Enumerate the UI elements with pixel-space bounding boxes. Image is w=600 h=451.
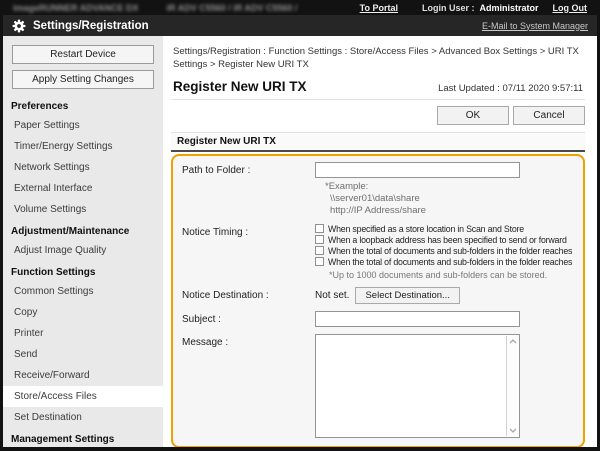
panel-header: Register New URI TX	[171, 132, 585, 152]
top-bar: imageRUNNER ADVANCE DX iR ADV C5560 / iR…	[3, 0, 597, 15]
sidebar-item-volume-settings[interactable]: Volume Settings	[3, 199, 163, 220]
cancel-button[interactable]: Cancel	[513, 106, 585, 125]
notice-timing-label: Notice Timing :	[182, 224, 315, 280]
login-user-name: Administrator	[479, 3, 538, 13]
title-row: Register New URI TX Last Updated : 07/11…	[171, 77, 585, 100]
path-example-unc: \\server01\data\share	[330, 193, 574, 205]
subject-input[interactable]	[315, 311, 520, 327]
device-name: iR ADV C5560 / iR ADV C5560 /	[167, 3, 298, 13]
remote-ui-window: imageRUNNER ADVANCE DX iR ADV C5560 / iR…	[0, 0, 600, 451]
path-to-folder-row: Path to Folder : *Example: \\server01\da…	[182, 162, 574, 217]
settings-sidebar: Restart Device Apply Setting Changes Pre…	[3, 36, 163, 447]
message-row: Message :	[182, 334, 574, 438]
app-title-bar: Settings/Registration E-Mail to System M…	[3, 15, 597, 36]
checkbox-reaches-700-label: When the total of documents and sub-fold…	[328, 246, 574, 256]
sidebar-item-common-settings[interactable]: Common Settings	[3, 281, 163, 302]
main-content: Settings/Registration : Function Setting…	[163, 36, 597, 447]
sidebar-item-copy[interactable]: Copy	[3, 302, 163, 323]
sidebar-section-management-settings: Management Settings	[3, 428, 163, 447]
sidebar-item-external-interface[interactable]: External Interface	[3, 178, 163, 199]
sidebar-section-preferences: Preferences	[3, 95, 163, 115]
app-title: Settings/Registration	[33, 20, 149, 32]
checkbox-store-location-label: When specified as a store location in Sc…	[328, 224, 524, 234]
to-portal-link[interactable]: To Portal	[360, 3, 398, 13]
ok-button[interactable]: OK	[437, 106, 509, 125]
notice-destination-label: Notice Destination :	[182, 287, 315, 304]
message-textarea[interactable]	[315, 334, 520, 438]
sidebar-item-set-destination[interactable]: Set Destination	[3, 407, 163, 428]
notice-timing-option-row: When the total of documents and sub-fold…	[315, 257, 574, 267]
login-user-label: Login User :	[422, 3, 475, 13]
sidebar-item-network-settings[interactable]: Network Settings	[3, 157, 163, 178]
notice-destination-row: Notice Destination : Not set. Select Des…	[182, 287, 574, 304]
device-model: imageRUNNER ADVANCE DX	[13, 3, 139, 13]
page-title: Register New URI TX	[173, 79, 307, 94]
notice-timing-option-row: When specified as a store location in Sc…	[315, 224, 574, 234]
apply-setting-changes-button[interactable]: Apply Setting Changes	[12, 70, 154, 89]
path-to-folder-label: Path to Folder :	[182, 162, 315, 217]
path-to-folder-input[interactable]	[315, 162, 520, 178]
sidebar-item-adjust-image-quality[interactable]: Adjust Image Quality	[3, 240, 163, 261]
message-label: Message :	[182, 334, 315, 438]
sidebar-item-timer-energy-settings[interactable]: Timer/Energy Settings	[3, 136, 163, 157]
subject-label: Subject :	[182, 311, 315, 327]
notice-timing-option-row: When the total of documents and sub-fold…	[315, 246, 574, 256]
sidebar-item-send[interactable]: Send	[3, 344, 163, 365]
sidebar-item-paper-settings[interactable]: Paper Settings	[3, 115, 163, 136]
restart-device-button[interactable]: Restart Device	[12, 45, 154, 64]
email-to-system-manager-link[interactable]: E-Mail to System Manager	[482, 21, 588, 31]
checkbox-reaches-900-label: When the total of documents and sub-fold…	[328, 257, 574, 267]
checkbox-loopback-address-label: When a loopback address has been specifi…	[328, 235, 567, 245]
chevron-down-icon[interactable]	[509, 428, 517, 433]
sidebar-item-printer[interactable]: Printer	[3, 323, 163, 344]
path-example-block: *Example: \\server01\data\share http://I…	[325, 181, 574, 217]
checkbox-store-location[interactable]	[315, 224, 324, 233]
last-updated-text: Last Updated : 07/11 2020 9:57:11	[438, 83, 583, 94]
sidebar-section-adjustment-maintenance: Adjustment/Maintenance	[3, 220, 163, 240]
register-uri-tx-form: Path to Folder : *Example: \\server01\da…	[171, 154, 585, 447]
gear-icon	[12, 19, 26, 33]
path-example-http: http://IP Address/share	[330, 205, 574, 217]
action-button-row: OK Cancel	[171, 106, 585, 125]
sidebar-item-store-access-files[interactable]: Store/Access Files	[3, 386, 163, 407]
notice-timing-note: *Up to 1000 documents and sub-folders ca…	[329, 270, 574, 280]
notice-timing-option-row: When a loopback address has been specifi…	[315, 235, 574, 245]
chevron-up-icon[interactable]	[509, 339, 517, 344]
notice-destination-status: Not set.	[315, 290, 349, 301]
notice-timing-row: Notice Timing : When specified as a stor…	[182, 224, 574, 280]
subject-row: Subject :	[182, 311, 574, 327]
textarea-scrollbar[interactable]	[506, 336, 518, 436]
logout-link[interactable]: Log Out	[553, 3, 588, 13]
checkbox-reaches-900[interactable]	[315, 257, 324, 266]
select-destination-button[interactable]: Select Destination...	[355, 287, 460, 304]
sidebar-item-receive-forward[interactable]: Receive/Forward	[3, 365, 163, 386]
path-example-title: *Example:	[325, 181, 574, 193]
checkbox-loopback-address[interactable]	[315, 235, 324, 244]
checkbox-reaches-700[interactable]	[315, 246, 324, 255]
breadcrumb[interactable]: Settings/Registration : Function Setting…	[173, 45, 583, 72]
sidebar-section-function-settings: Function Settings	[3, 261, 163, 281]
